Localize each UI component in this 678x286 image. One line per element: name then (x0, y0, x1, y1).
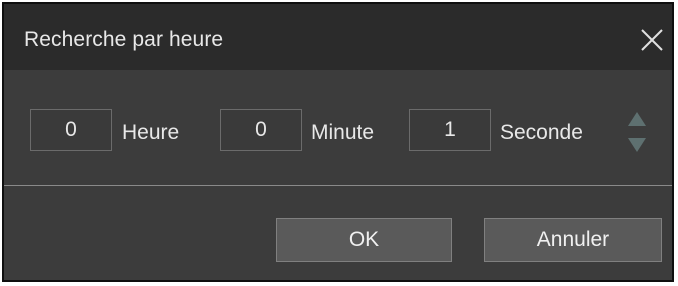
seconds-input[interactable] (409, 109, 491, 151)
hours-input[interactable] (30, 109, 112, 151)
close-icon[interactable] (636, 24, 668, 56)
time-search-dialog: Recherche par heure Heure Minute Seconde (2, 2, 674, 282)
ok-button[interactable]: OK (276, 218, 452, 262)
time-spinner (626, 110, 648, 156)
triangle-down-icon[interactable] (626, 136, 648, 154)
minutes-label: Minute (311, 121, 375, 144)
triangle-up-icon[interactable] (626, 110, 648, 128)
dialog-titlebar: Recherche par heure (4, 4, 672, 70)
time-input-row: Heure Minute Seconde (4, 70, 672, 184)
cancel-button[interactable]: Annuler (484, 218, 662, 262)
seconds-label: Seconde (500, 121, 583, 144)
hours-label: Heure (122, 121, 180, 144)
dialog-title: Recherche par heure (24, 28, 224, 51)
dialog-divider (4, 185, 672, 186)
minutes-input[interactable] (220, 109, 302, 151)
